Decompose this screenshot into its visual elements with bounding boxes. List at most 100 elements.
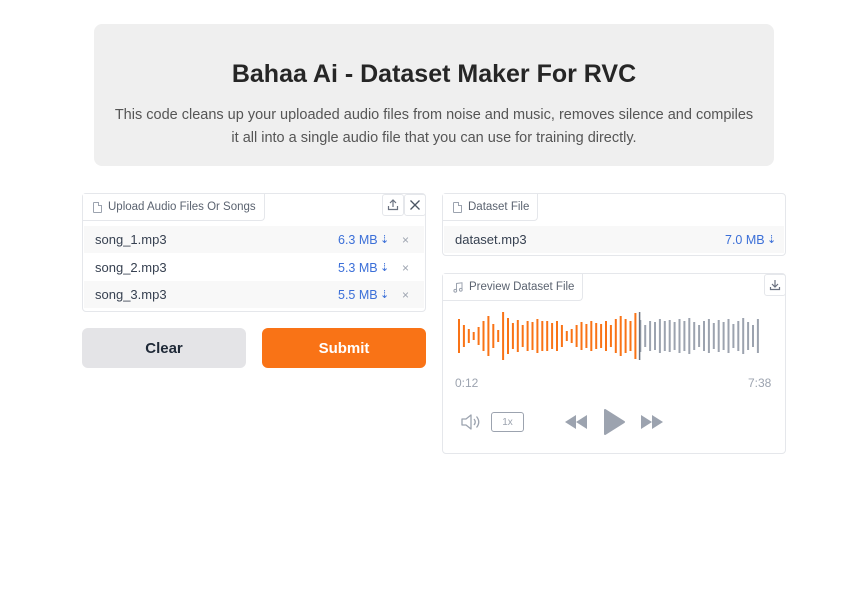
waveform[interactable] xyxy=(456,312,774,360)
submit-button[interactable]: Submit xyxy=(262,328,426,368)
waveform-bar xyxy=(683,321,686,351)
waveform-bar xyxy=(722,322,725,350)
waveform-bar xyxy=(673,322,676,350)
download-arrow-icon[interactable]: ⇣ xyxy=(767,233,776,246)
preview-panel-label: Preview Dataset File xyxy=(443,274,584,301)
file-icon xyxy=(93,201,102,213)
close-icon xyxy=(410,200,420,210)
waveform-bar xyxy=(580,322,583,350)
waveform-bar xyxy=(614,319,617,353)
remove-file-button[interactable]: × xyxy=(402,233,409,247)
waveform-bar xyxy=(560,325,563,347)
waveform-bar xyxy=(605,321,607,351)
waveform-bar xyxy=(556,321,558,351)
current-time: 0:12 xyxy=(455,376,479,390)
waveform-bar xyxy=(712,323,715,349)
waveform-bar xyxy=(649,321,652,351)
waveform-bar xyxy=(482,321,485,351)
waveform-bar xyxy=(663,321,666,351)
file-name: song_2.mp3 xyxy=(95,260,167,275)
waveform-bar xyxy=(742,318,745,354)
clear-files-button[interactable] xyxy=(404,194,426,216)
playback-rate-button[interactable]: 1x xyxy=(491,412,524,432)
dataset-panel-label: Dataset File xyxy=(443,194,539,221)
file-name: song_1.mp3 xyxy=(95,232,167,247)
duration: 7:38 xyxy=(748,376,772,390)
waveform-bar xyxy=(531,322,534,350)
waveform-bar xyxy=(575,325,578,347)
waveform-bar xyxy=(634,313,637,359)
fast-forward-icon xyxy=(641,415,663,429)
music-icon xyxy=(453,281,463,293)
waveform-bar xyxy=(644,325,647,347)
file-name: dataset.mp3 xyxy=(455,232,527,247)
file-size-link[interactable]: 6.3 MB xyxy=(338,233,378,247)
waveform-bar xyxy=(570,329,573,343)
file-row: song_2.mp3 5.3 MB ⇣ × xyxy=(84,254,424,281)
file-name: song_3.mp3 xyxy=(95,287,167,302)
waveform-bar xyxy=(624,319,627,353)
remove-file-button[interactable]: × xyxy=(402,288,409,302)
waveform-bar xyxy=(654,322,656,350)
upload-button[interactable] xyxy=(382,194,404,216)
play-icon xyxy=(604,409,625,435)
waveform-bar xyxy=(698,325,701,347)
waveform-bar xyxy=(502,312,505,360)
waveform-bar xyxy=(756,319,759,353)
waveform-bar xyxy=(521,325,524,347)
waveform-bar xyxy=(703,321,705,351)
play-button[interactable] xyxy=(600,407,628,437)
rewind-button[interactable] xyxy=(563,412,589,432)
fast-forward-button[interactable] xyxy=(639,412,665,432)
file-size-link[interactable]: 5.3 MB xyxy=(338,261,378,275)
waveform-bar xyxy=(732,324,735,348)
waveform-bar xyxy=(590,321,593,351)
download-icon xyxy=(769,280,781,291)
volume-button[interactable] xyxy=(459,410,483,434)
waveform-bar xyxy=(678,319,681,353)
file-size-link[interactable]: 7.0 MB xyxy=(725,233,765,247)
waveform-bar xyxy=(472,332,475,340)
waveform-bar xyxy=(511,323,514,349)
waveform-bar xyxy=(717,320,720,352)
waveform-bar xyxy=(565,331,568,341)
waveform-bar xyxy=(541,321,544,351)
waveform-bar xyxy=(693,322,696,350)
waveform-bar xyxy=(492,324,495,348)
file-row: dataset.mp3 7.0 MB ⇣ xyxy=(444,226,784,253)
header-card: Bahaa Ai - Dataset Maker For RVC This co… xyxy=(94,24,774,166)
waveform-bar xyxy=(458,319,460,353)
page-title: Bahaa Ai - Dataset Maker For RVC xyxy=(231,60,637,88)
waveform-bar xyxy=(688,318,691,354)
waveform-bar xyxy=(551,323,554,349)
waveform-bar xyxy=(497,330,500,342)
waveform-bar xyxy=(536,319,539,353)
file-icon xyxy=(453,201,462,213)
rewind-icon xyxy=(565,415,587,429)
preview-label-text: Preview Dataset File xyxy=(469,281,575,293)
download-arrow-icon[interactable]: ⇣ xyxy=(380,233,389,246)
waveform-bar xyxy=(707,319,710,353)
download-arrow-icon[interactable]: ⇣ xyxy=(380,288,389,301)
waveform-bar xyxy=(600,324,603,348)
download-button[interactable] xyxy=(764,274,786,296)
remove-file-button[interactable]: × xyxy=(402,261,409,275)
waveform-bar xyxy=(546,321,549,351)
upload-icon xyxy=(387,199,399,211)
upload-panel-label: Upload Audio Files Or Songs xyxy=(83,194,265,221)
dataset-file-panel: Dataset File dataset.mp3 7.0 MB ⇣ xyxy=(442,193,786,256)
waveform-bar xyxy=(668,320,671,352)
clear-button[interactable]: Clear xyxy=(82,328,246,368)
upload-label-text: Upload Audio Files Or Songs xyxy=(108,201,256,213)
volume-icon xyxy=(461,414,480,430)
file-size-link[interactable]: 5.5 MB xyxy=(338,288,378,302)
waveform-bar xyxy=(658,319,661,353)
waveform-bar xyxy=(516,320,519,352)
playhead-cursor[interactable] xyxy=(638,312,641,360)
waveform-bar xyxy=(462,325,465,347)
dataset-label-text: Dataset File xyxy=(468,201,530,213)
waveform-bar xyxy=(752,325,754,347)
waveform-bar xyxy=(629,321,632,351)
waveform-bar xyxy=(595,323,598,349)
download-arrow-icon[interactable]: ⇣ xyxy=(380,261,389,274)
